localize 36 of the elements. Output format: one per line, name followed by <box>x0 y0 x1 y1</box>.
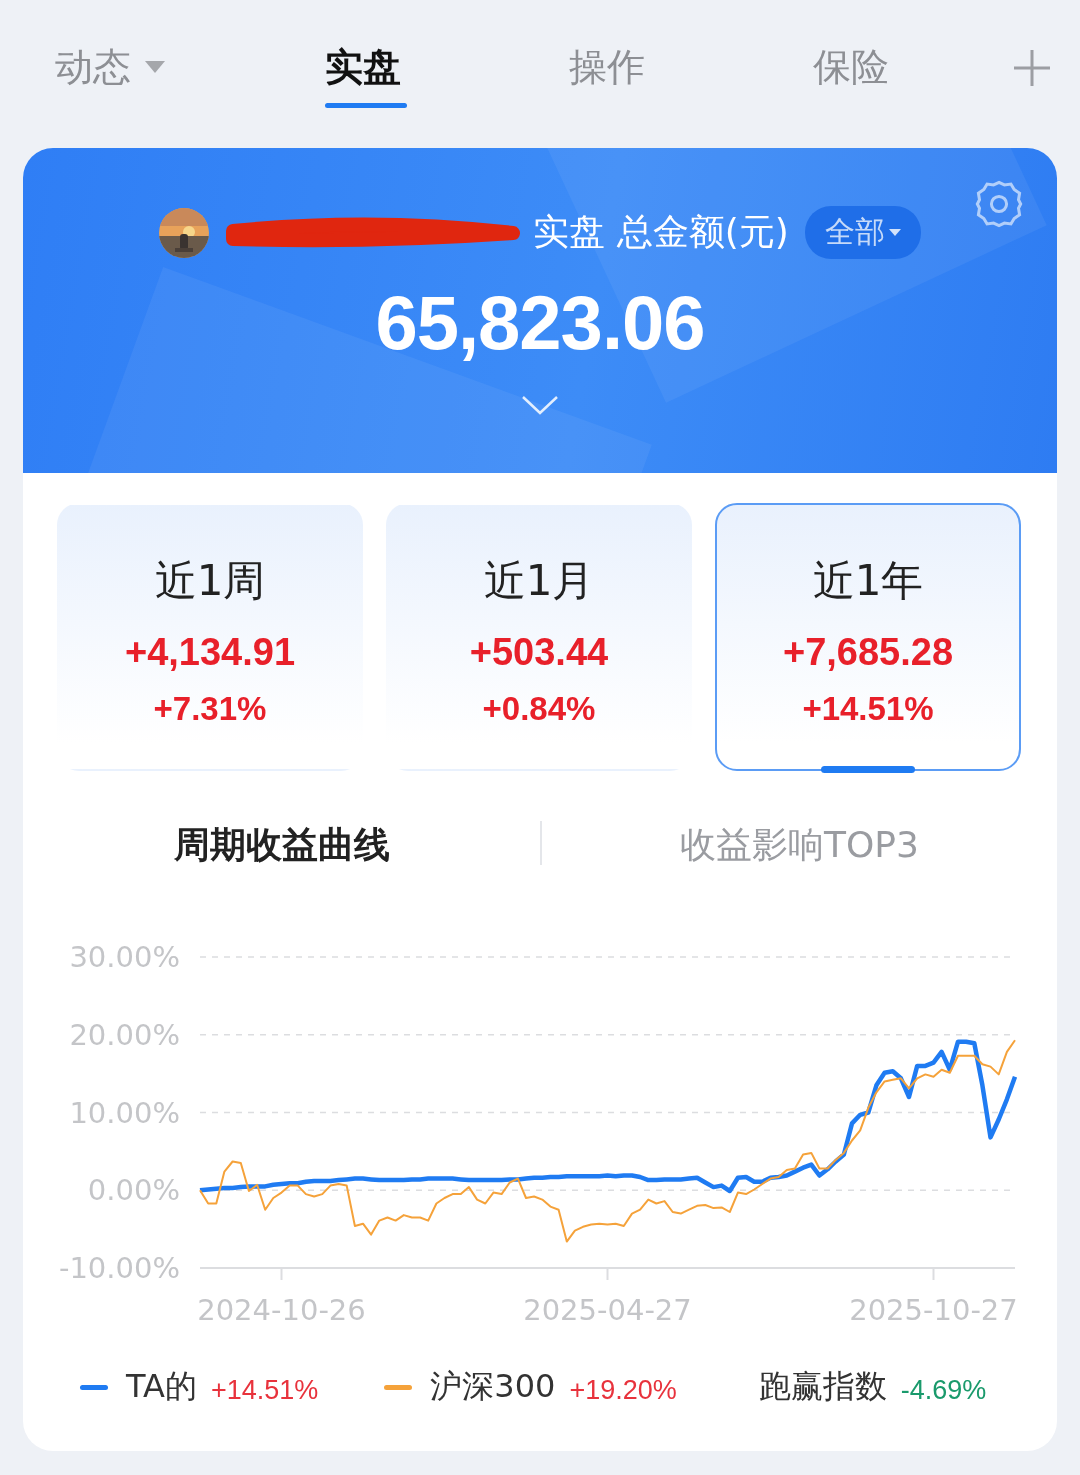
period-label: 近1周 <box>154 555 266 607</box>
period-label: 近1月 <box>483 555 595 607</box>
period-percent: +7.31% <box>153 690 267 728</box>
period-amount: +7,685.28 <box>782 631 954 674</box>
axis-label: -10.00% <box>58 1251 180 1285</box>
legend-swatch <box>80 1384 108 1390</box>
chevron-down-icon[interactable] <box>520 394 560 416</box>
period-percent: +14.51% <box>802 690 934 728</box>
legend-value: +14.51% <box>210 1374 319 1406</box>
legend-label: 沪深300 <box>430 1366 556 1407</box>
caret-icon <box>888 228 901 237</box>
period-amount: +4,134.91 <box>124 631 296 674</box>
period-label: 近1年 <box>812 555 924 607</box>
axis-label: 10.00% <box>69 1095 180 1130</box>
axis-label: 2024-10-26 <box>197 1293 366 1327</box>
total-amount: 65,823.06 <box>375 279 705 366</box>
period-amount: +503.44 <box>469 631 609 674</box>
period-percent: +0.84% <box>482 690 596 728</box>
axis-label: 2025-10-27 <box>849 1293 1018 1327</box>
legend-value: +19.20% <box>569 1374 677 1406</box>
axis-label: 2025-04-27 <box>523 1293 692 1327</box>
add-icon[interactable] <box>1014 49 1050 86</box>
axis-label: 0.00% <box>87 1173 180 1208</box>
axis-label: 30.00% <box>69 940 180 974</box>
period-card[interactable]: 近1周 +4,134.91 +7.31% <box>57 503 363 771</box>
chart-tab[interactable]: 周期收益曲线 <box>23 821 540 865</box>
legend-swatch <box>384 1384 413 1390</box>
period-card[interactable]: 近1年 +7,685.28 +14.51% <box>715 503 1021 771</box>
axis-label: 20.00% <box>69 1017 180 1052</box>
legend-label: TA的 <box>126 1366 197 1407</box>
settings-icon[interactable] <box>973 178 1025 230</box>
period-card[interactable]: 近1月 +503.44 +0.84% <box>386 503 692 771</box>
legend-value: -4.69% <box>900 1374 987 1406</box>
summary-title: 实盘 总金额(元) <box>533 210 789 254</box>
nav-tab[interactable]: 实盘 <box>325 27 569 108</box>
legend-label: 跑赢指数 <box>758 1366 887 1407</box>
